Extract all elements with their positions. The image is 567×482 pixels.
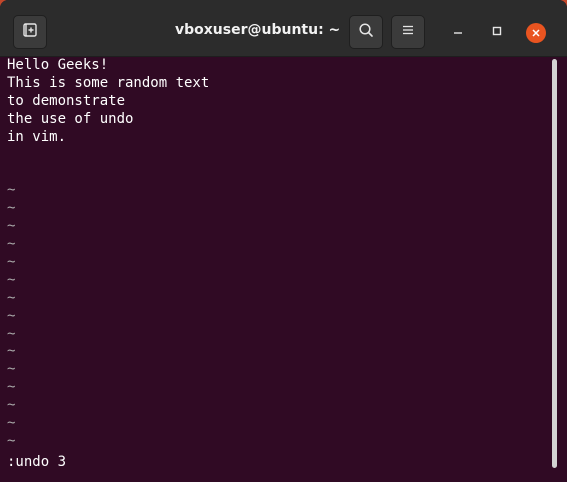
- terminal-content[interactable]: Hello Geeks! This is some random text to…: [0, 57, 550, 482]
- empty-line-marker: ~: [7, 271, 16, 288]
- empty-line-marker: ~: [7, 343, 16, 360]
- minimize-icon: [452, 24, 464, 42]
- text-line: Hello Geeks!: [7, 57, 109, 73]
- empty-line-marker: ~: [7, 218, 16, 235]
- menu-button[interactable]: [391, 15, 425, 49]
- text-line: in vim.: [7, 128, 67, 145]
- scrollbar-thumb[interactable]: [552, 59, 557, 468]
- new-tab-icon: [22, 22, 38, 43]
- new-tab-button[interactable]: [13, 15, 47, 49]
- vertical-scrollbar[interactable]: [550, 57, 567, 482]
- empty-line-marker: ~: [7, 325, 16, 342]
- close-icon: [526, 23, 546, 43]
- empty-line-marker: ~: [7, 289, 16, 306]
- window-title: vboxuser@ubuntu: ~: [175, 22, 341, 38]
- empty-line-marker: ~: [7, 415, 16, 431]
- terminal-window: vboxuser@ubuntu: ~ Hello Geeks! This is …: [0, 0, 567, 482]
- maximize-button[interactable]: [486, 22, 508, 44]
- empty-line-marker: ~: [7, 397, 16, 414]
- empty-line-marker: ~: [7, 432, 16, 449]
- maximize-icon: [491, 24, 503, 42]
- empty-line-marker: ~: [7, 307, 16, 324]
- empty-line-marker: ~: [7, 182, 16, 199]
- empty-line-marker: ~: [7, 379, 16, 396]
- search-icon: [358, 22, 374, 43]
- empty-line-marker: ~: [7, 236, 16, 252]
- empty-line-marker: ~: [7, 200, 16, 217]
- text-line: This is some random text: [7, 74, 210, 91]
- hamburger-menu-icon: [401, 23, 415, 42]
- title-bar: vboxuser@ubuntu: ~: [0, 0, 567, 57]
- empty-line-marker: ~: [7, 361, 16, 378]
- empty-line-marker: ~: [7, 253, 16, 270]
- text-line: to demonstrate: [7, 92, 126, 109]
- vim-command-line[interactable]: :undo 3: [7, 454, 66, 472]
- text-line: the use of undo: [7, 110, 134, 127]
- search-button[interactable]: [349, 15, 383, 49]
- minimize-button[interactable]: [447, 22, 469, 44]
- close-button[interactable]: [525, 22, 547, 44]
